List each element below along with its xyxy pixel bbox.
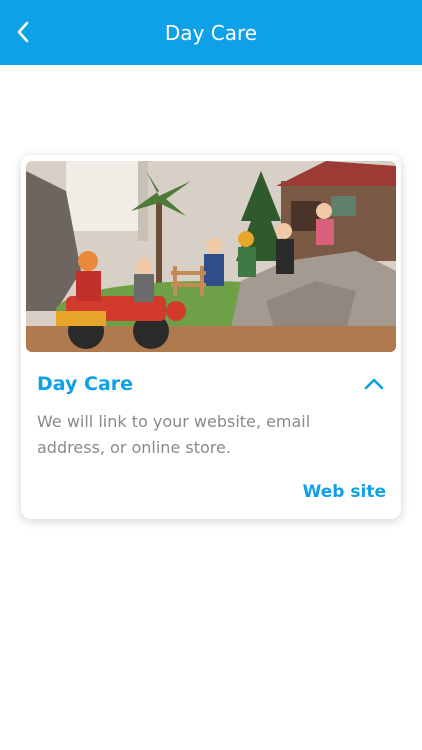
collapse-button[interactable] (361, 373, 387, 395)
top-app-bar: Day Care (0, 0, 422, 65)
card-description: We will link to your website, email addr… (37, 412, 311, 457)
day-care-card: Day Care We will link to your website, e… (21, 155, 401, 519)
card-title: Day Care (37, 373, 134, 395)
chevron-up-icon (364, 378, 384, 390)
page-title: Day Care (164, 21, 258, 45)
card-image (26, 161, 396, 352)
website-link[interactable]: Web site (303, 480, 386, 504)
